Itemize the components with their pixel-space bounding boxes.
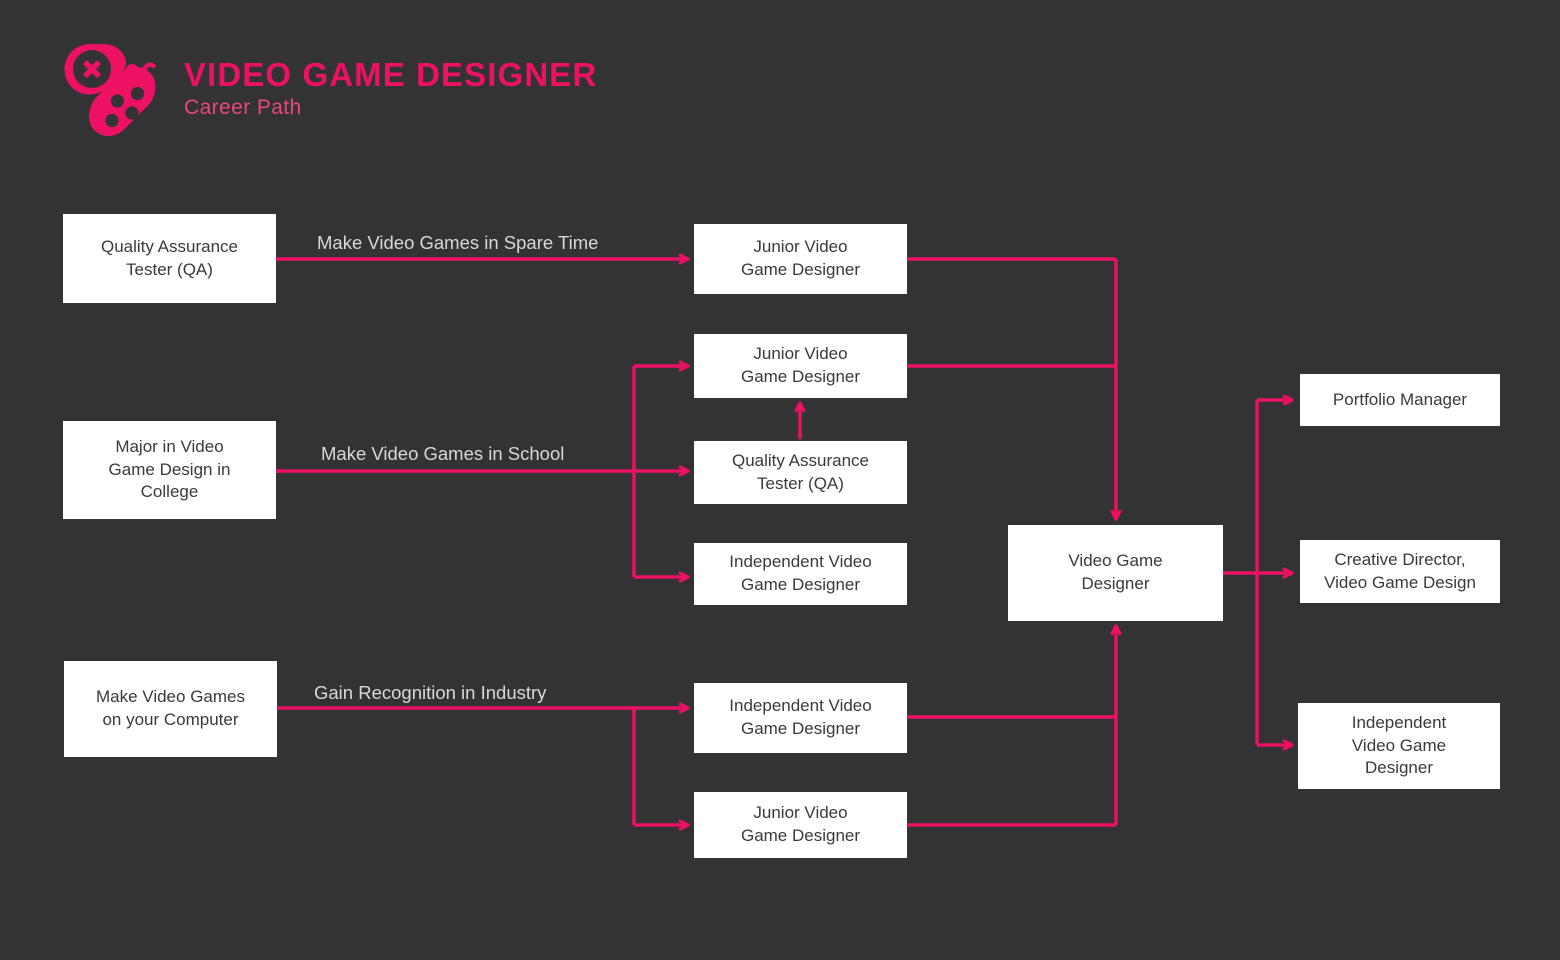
edge-label-spare-time: Make Video Games in Spare Time — [317, 232, 599, 253]
node-entry-major-college[interactable]: Major in Video Game Design in College — [63, 421, 276, 519]
edge-label-recognition: Gain Recognition in Industry — [314, 682, 547, 703]
node-portfolio-manager[interactable]: Portfolio Manager — [1300, 374, 1500, 426]
node-video-game-designer[interactable]: Video Game Designer — [1008, 525, 1223, 621]
node-creative-director[interactable]: Creative Director, Video Game Design — [1300, 540, 1500, 603]
node-mid-qa-tester[interactable]: Quality Assurance Tester (QA) — [694, 441, 907, 504]
career-path-infographic: VIDEO GAME DESIGNER Career Path Make Vid… — [0, 0, 1560, 960]
node-mid-junior-designer-1[interactable]: Junior Video Game Designer — [694, 224, 907, 294]
node-mid-independent-designer-2[interactable]: Independent Video Game Designer — [694, 683, 907, 753]
node-mid-independent-designer-1[interactable]: Independent Video Game Designer — [694, 543, 907, 605]
node-entry-make-games-computer[interactable]: Make Video Games on your Computer — [64, 661, 277, 757]
node-mid-junior-designer-2[interactable]: Junior Video Game Designer — [694, 334, 907, 398]
edge-label-in-school: Make Video Games in School — [321, 443, 565, 464]
node-mid-junior-designer-3[interactable]: Junior Video Game Designer — [694, 792, 907, 858]
node-entry-qa-tester[interactable]: Quality Assurance Tester (QA) — [63, 214, 276, 303]
diagram-canvas: Make Video Games in Spare Time Make Vide… — [0, 0, 1560, 960]
node-independent-designer-outcome[interactable]: Independent Video Game Designer — [1298, 703, 1500, 789]
